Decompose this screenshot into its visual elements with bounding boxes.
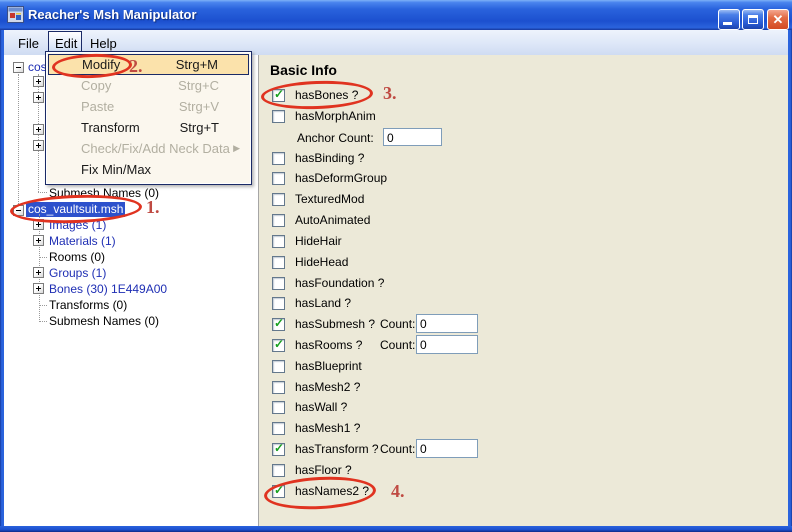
label-HideHair[interactable]: HideHair (295, 234, 342, 249)
titlebar[interactable]: Reacher's Msh Manipulator ✕ (0, 0, 792, 30)
checkbox-hasBinding[interactable]: ✓ (272, 152, 285, 165)
tree-connector (39, 321, 47, 322)
checkbox-TexturedMod[interactable]: ✓ (272, 193, 285, 206)
basic-info-title: Basic Info (270, 62, 337, 78)
close-icon: ✕ (773, 12, 784, 27)
window-title: Reacher's Msh Manipulator (28, 7, 197, 22)
tree-root1-label[interactable]: cos (28, 60, 47, 75)
minimize-button[interactable] (718, 9, 740, 30)
menu-file[interactable]: File (18, 35, 39, 52)
label-AutoAnimated[interactable]: AutoAnimated (295, 213, 370, 228)
label-hasBinding[interactable]: hasBinding ? (295, 151, 364, 166)
submenu-arrow-icon: ▶ (233, 138, 240, 159)
tree-node-rooms[interactable]: Rooms (0) (49, 250, 105, 265)
tree-root1-child-expander[interactable] (33, 140, 44, 151)
menu-item-copy: Copy Strg+C (48, 75, 249, 96)
tree-node-submesh-names[interactable]: Submesh Names (0) (49, 314, 159, 329)
label-hasSubmesh[interactable]: hasSubmesh ? (295, 317, 375, 332)
checkbox-hasSubmesh[interactable]: ✓ (272, 318, 285, 331)
window-border-bottom (0, 526, 792, 532)
check-icon: ✓ (274, 337, 284, 351)
app-icon (7, 6, 24, 23)
menu-item-fix-min-max[interactable]: Fix Min/Max (48, 159, 249, 180)
label-hasFoundation[interactable]: hasFoundation ? (295, 276, 384, 291)
application-window: Reacher's Msh Manipulator ✕ File Edit He… (0, 0, 792, 532)
menu-edit[interactable]: Edit (55, 35, 77, 52)
label-rooms-count: Count: (380, 338, 415, 353)
label-hasLand[interactable]: hasLand ? (295, 296, 351, 311)
tree-connector (38, 192, 47, 193)
checkbox-hasDeformGroup[interactable]: ✓ (272, 172, 285, 185)
tree-node-materials[interactable]: Materials (1) (49, 234, 116, 249)
shortcut-copy: Strg+C (178, 75, 219, 96)
transform-count-input[interactable] (416, 439, 478, 458)
tree-root1-child-expander[interactable] (33, 76, 44, 87)
minimize-icon (723, 22, 732, 25)
tree-node-groups[interactable]: Groups (1) (49, 266, 106, 281)
checkbox-HideHair[interactable]: ✓ (272, 235, 285, 248)
tree-root1-child-expander[interactable] (33, 124, 44, 135)
tree-node-transforms[interactable]: Transforms (0) (49, 298, 127, 313)
check-icon: ✓ (274, 441, 284, 455)
menu-item-paste: Paste Strg+V (48, 96, 249, 117)
close-button[interactable]: ✕ (767, 9, 789, 30)
tree-connector (18, 74, 19, 206)
menu-item-check-fix-add-neck-data: Check/Fix/Add Neck Data ▶ (48, 138, 249, 159)
tree-node-bones[interactable]: Bones (30) 1E449A00 (49, 282, 167, 297)
checkbox-hasMesh1[interactable]: ✓ (272, 422, 285, 435)
annotation-number-2: 2. (129, 56, 143, 77)
checkbox-HideHead[interactable]: ✓ (272, 256, 285, 269)
maximize-icon (748, 15, 758, 24)
label-hasRooms[interactable]: hasRooms ? (295, 338, 362, 353)
tree-root1-collapse-expander[interactable] (13, 62, 24, 73)
tree-expander-materials[interactable] (33, 235, 44, 246)
label-HideHead[interactable]: HideHead (295, 255, 348, 270)
label-submesh-count: Count: (380, 317, 415, 332)
tree-expander-groups[interactable] (33, 267, 44, 278)
maximize-button[interactable] (742, 9, 764, 30)
checkbox-hasBlueprint[interactable]: ✓ (272, 360, 285, 373)
anchor-count-input[interactable] (383, 128, 442, 146)
label-hasBlueprint[interactable]: hasBlueprint (295, 359, 362, 374)
menu-help[interactable]: Help (90, 35, 117, 52)
label-hasDeformGroup[interactable]: hasDeformGroup (295, 171, 387, 186)
rooms-count-input[interactable] (416, 335, 478, 354)
shortcut-paste: Strg+V (179, 96, 219, 117)
checkbox-hasLand[interactable]: ✓ (272, 297, 285, 310)
checkbox-hasWall[interactable]: ✓ (272, 401, 285, 414)
label-TexturedMod[interactable]: TexturedMod (295, 192, 364, 207)
label-hasWall[interactable]: hasWall ? (295, 400, 347, 415)
tree-root1-child-expander[interactable] (33, 92, 44, 103)
checkbox-hasTransform[interactable]: ✓ (272, 443, 285, 456)
annotation-number-1: 1. (146, 197, 160, 218)
shortcut-modify: Strg+M (176, 55, 218, 74)
checkbox-hasFoundation[interactable]: ✓ (272, 277, 285, 290)
label-anchor-count: Anchor Count: (297, 131, 374, 146)
annotation-number-3: 3. (383, 83, 397, 104)
submesh-count-input[interactable] (416, 314, 478, 333)
checkbox-hasMorphAnim[interactable]: ✓ (272, 110, 285, 123)
checkbox-hasMesh2[interactable]: ✓ (272, 381, 285, 394)
menu-item-transform[interactable]: Transform Strg+T (48, 117, 249, 138)
window-border-right (788, 30, 792, 532)
label-hasTransform[interactable]: hasTransform ? (295, 442, 379, 457)
checkbox-AutoAnimated[interactable]: ✓ (272, 214, 285, 227)
label-hasMesh1[interactable]: hasMesh1 ? (295, 421, 360, 436)
label-hasFloor[interactable]: hasFloor ? (295, 463, 352, 478)
checkbox-hasFloor[interactable]: ✓ (272, 464, 285, 477)
checkbox-hasRooms[interactable]: ✓ (272, 339, 285, 352)
tree-connector (39, 305, 47, 306)
label-hasMorphAnim[interactable]: hasMorphAnim (295, 109, 376, 124)
tree-expander-bones[interactable] (33, 283, 44, 294)
check-icon: ✓ (274, 316, 284, 330)
shortcut-transform: Strg+T (180, 117, 219, 138)
label-hasMesh2[interactable]: hasMesh2 ? (295, 380, 360, 395)
tree-connector (39, 257, 47, 258)
label-transform-count: Count: (380, 442, 415, 457)
annotation-number-4: 4. (391, 481, 405, 502)
